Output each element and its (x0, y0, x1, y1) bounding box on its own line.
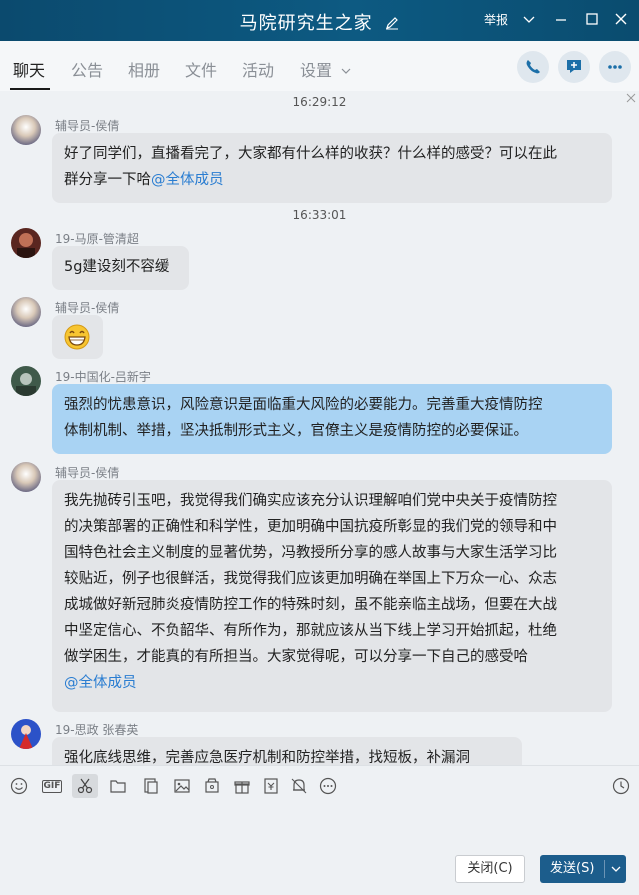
message-line: 国特色社会主义制度的显著优势，冯教授所分享的感人故事与大家生活学习比 (64, 545, 557, 561)
scissors-icon[interactable] (72, 774, 98, 798)
message-line: 5g建设刻不容缓 (64, 259, 170, 275)
transfer-icon[interactable] (261, 776, 281, 796)
folder-icon[interactable] (108, 776, 128, 796)
message-line: 好了同学们，直播看完了，大家都有什么样的收获？什么样的感受？可以在此 (64, 146, 557, 162)
avatar[interactable] (11, 228, 41, 258)
message-line: 成城做好新冠肺炎疫情防控工作的特殊时刻，虽不能亲临主战场，但要在大战 (64, 597, 557, 613)
tab-chat[interactable]: 聊天 (13, 57, 45, 81)
more-tools-icon[interactable] (318, 776, 338, 796)
sender-name[interactable]: 辅导员-侯倩 (55, 299, 119, 316)
phone-icon (526, 60, 540, 74)
tab-album[interactable]: 相册 (128, 57, 160, 81)
sender-name[interactable]: 辅导员-侯倩 (55, 464, 119, 481)
message-line: 的决策部署的正确性和科学性，更加明确中国抗疫所彰显的我们党的领导和中 (64, 519, 557, 535)
timestamp: 16:33:01 (292, 208, 347, 222)
avatar[interactable] (11, 297, 41, 327)
avatar[interactable] (11, 719, 41, 749)
image-icon[interactable] (172, 776, 192, 796)
message-line: 体制机制、举措，坚决抵制形式主义，官僚主义是疫情防控的必要保证。 (64, 423, 528, 439)
input-toolbar: GIF (0, 765, 639, 805)
dropdown-icon[interactable] (521, 11, 537, 27)
message-line: 较贴近，例子也很鲜活，我觉得我们应该更加明确在举国上下万众一心、众志 (64, 571, 557, 587)
avatar[interactable] (11, 115, 41, 145)
avatar[interactable] (11, 462, 41, 492)
message-line: 强化底线思维，完善应急医疗机制和防控举措，找短板，补漏洞 (64, 750, 470, 765)
gif-label: GIF (41, 779, 63, 793)
minimize-icon[interactable] (553, 11, 569, 27)
send-options-chevron-icon[interactable] (610, 855, 622, 894)
timestamp: 16:29:12 (292, 95, 347, 109)
active-tab-indicator (10, 88, 50, 90)
send-label: 发送(S) (550, 861, 595, 876)
sender-name[interactable]: 19-中国化-吕新宇 (55, 368, 151, 385)
gif-icon[interactable]: GIF (40, 776, 64, 796)
title-bar[interactable]: 马院研究生之家 举报 (0, 0, 639, 41)
send-button[interactable]: 发送(S) (540, 855, 626, 883)
sender-name[interactable]: 辅导员-侯倩 (55, 117, 119, 134)
group-message-button[interactable] (558, 51, 590, 83)
maximize-icon[interactable] (584, 11, 600, 27)
message-bubble[interactable]: 好了同学们，直播看完了，大家都有什么样的收获？什么样的感受？可以在此 群分享一下… (52, 133, 612, 203)
sender-name[interactable]: 19-马原-管清超 (55, 230, 139, 247)
tab-settings[interactable]: 设置 (300, 57, 351, 81)
close-icon[interactable] (613, 11, 629, 27)
mention-link[interactable]: @全体成员 (64, 670, 600, 696)
message-list[interactable]: 16:29:12 辅导员-侯倩 好了同学们，直播看完了，大家都有什么样的收获？什… (0, 91, 639, 765)
message-line: 中坚定信心、不负韶华、有所作为，那就应该从当下线上学习开始抓起，杜绝 (64, 623, 557, 639)
message-bubble[interactable]: 5g建设刻不容缓 (52, 246, 189, 290)
history-clock-icon[interactable] (611, 776, 631, 796)
tab-settings-label: 设置 (300, 61, 333, 80)
message-line: 强烈的忧患意识，风险意识是面临重大风险的必要能力。完善重大疫情防控 (64, 397, 543, 413)
chat-plus-icon (567, 60, 581, 73)
tab-announcement[interactable]: 公告 (71, 57, 103, 81)
gift-icon[interactable] (232, 776, 252, 796)
emoji-icon[interactable] (9, 776, 29, 796)
message-line: 群分享一下哈 (64, 172, 151, 188)
message-line: 做学困生，才能真的有所担当。大家觉得呢，可以分享一下自己的感受哈 (64, 649, 528, 665)
more-icon (608, 65, 622, 69)
more-options-button[interactable] (599, 51, 631, 83)
close-button[interactable]: 关闭(C) (455, 855, 525, 883)
report-link[interactable]: 举报 (484, 11, 508, 28)
message-input[interactable]: 关闭(C) 发送(S) (0, 805, 639, 895)
window-controls: 举报 (0, 0, 639, 41)
avatar[interactable] (11, 366, 41, 396)
mention-link[interactable]: @全体成员 (151, 172, 224, 188)
message-bubble[interactable] (52, 315, 103, 359)
chevron-down-icon (341, 68, 351, 74)
message-line: 我先抛砖引玉吧，我觉得我们确实应该充分认识理解咱们党中央关于疫情防控 (64, 493, 557, 509)
message-bubble[interactable]: 强烈的忧患意识，风险意识是面临重大风险的必要能力。完善重大疫情防控 体制机制、举… (52, 384, 612, 454)
message-bubble[interactable]: 强化底线思维，完善应急医疗机制和防控举措，找短板，补漏洞 (52, 737, 522, 765)
tab-files[interactable]: 文件 (185, 57, 217, 81)
bell-icon[interactable] (289, 776, 309, 796)
red-packet-icon[interactable] (202, 776, 222, 796)
tab-activity[interactable]: 活动 (242, 57, 274, 81)
sender-name[interactable]: 19-思政 张春英 (55, 721, 138, 738)
message-bubble[interactable]: 我先抛砖引玉吧，我觉得我们确实应该充分认识理解咱们党中央关于疫情防控 的决策部署… (52, 480, 612, 712)
grin-emoji-icon (64, 324, 90, 350)
tab-bar: 聊天 公告 相册 文件 活动 设置 (0, 41, 639, 91)
screen-share-icon[interactable] (141, 776, 161, 796)
send-separator (604, 860, 605, 878)
voice-call-button[interactable] (517, 51, 549, 83)
